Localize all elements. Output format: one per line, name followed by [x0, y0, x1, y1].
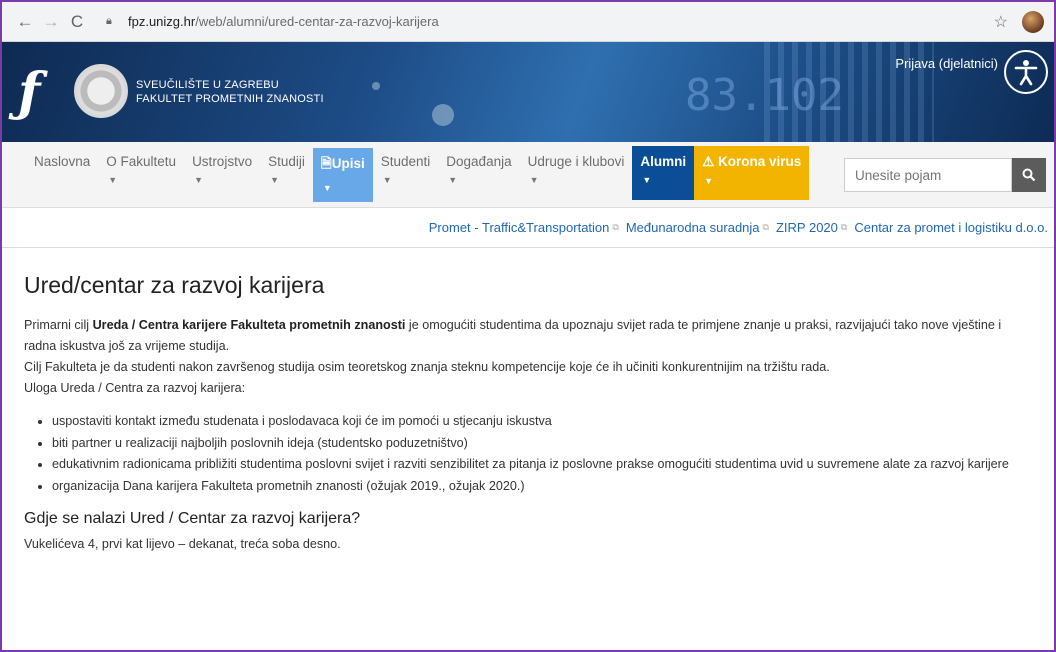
roles-heading: Uloga Ureda / Centra za razvoj karijera:	[24, 381, 246, 395]
nav-label: Naslovna	[34, 154, 91, 169]
site-header-banner: 83.102 ƒ SVEUČILIŠTE U ZAGREBU FAKULTET …	[2, 42, 1054, 142]
bookmark-star-icon[interactable]: ☆	[994, 12, 1008, 32]
nav-item-upisi[interactable]: 🗎︎Upisi ▼	[312, 148, 373, 202]
banner-decoration-number: 83.102	[685, 70, 844, 121]
url-path: /web/alumni/ured-centar-za-razvoj-karije…	[195, 14, 439, 29]
document-icon: 🗎︎	[320, 156, 332, 171]
caret-down-icon: ▼	[529, 175, 539, 185]
intro-bold: Ureda / Centra karijere Fakulteta promet…	[92, 318, 406, 332]
faculty-logo[interactable]: ƒ	[18, 60, 64, 126]
list-item: uspostaviti kontakt između studenata i p…	[52, 411, 1032, 432]
caret-down-icon: ▼	[194, 175, 203, 185]
nav-label: Ustrojstvo	[192, 154, 253, 169]
link-zirp-2020[interactable]: ZIRP 2020	[776, 220, 838, 235]
search-input[interactable]	[844, 158, 1012, 192]
nav-label: O Fakultetu	[106, 154, 177, 169]
university-name: SVEUČILIŠTE U ZAGREBU FAKULTET PROMETNIH…	[136, 78, 324, 106]
link-centar-za-promet[interactable]: Centar za promet i logistiku d.o.o.	[854, 220, 1048, 235]
caret-down-icon: ▼	[322, 183, 332, 193]
external-link-icon: ⧉	[762, 222, 769, 232]
goal-paragraph: Cilj Fakulteta je da studenti nakon zavr…	[24, 360, 830, 374]
location-heading: Gdje se nalazi Ured / Centar za razvoj k…	[24, 510, 361, 527]
profile-avatar[interactable]	[1022, 10, 1044, 33]
university-seal-logo	[74, 64, 128, 118]
search-button[interactable]	[1012, 158, 1046, 192]
reload-icon[interactable]: C	[64, 12, 90, 32]
main-navigation: Naslovna O Fakultetu ▼ Ustrojstvo ▼ Studij…	[2, 142, 1054, 208]
list-item: organizacija Dana karijera Fakulteta pro…	[52, 476, 1032, 497]
intro-prefix: Primarni cilj	[24, 318, 93, 332]
university-name-line1: SVEUČILIŠTE U ZAGREBU	[136, 79, 279, 91]
caret-down-icon: ▼	[642, 175, 652, 185]
browser-toolbar: ← → C 🔒︎ fpz.unizg.hr/web/alumni/ured-ce…	[2, 2, 1054, 42]
forward-icon[interactable]: →	[38, 12, 64, 32]
site-search	[844, 158, 1046, 192]
list-item: biti partner u realizaciji najboljih pos…	[52, 433, 1032, 454]
link-promet-traffic[interactable]: Promet - Traffic&Transportation	[429, 220, 610, 235]
url-host: fpz.unizg.hr	[128, 14, 196, 29]
lock-icon: 🔒︎	[106, 15, 112, 27]
faculty-name-line2: FAKULTET PROMETNIH ZNANOSTI	[136, 93, 324, 105]
caret-down-icon: ▼	[270, 175, 279, 185]
nav-item-o-fakultetu[interactable]: O Fakultetu ▼	[98, 142, 184, 208]
nav-label: Događanja	[446, 154, 512, 169]
caret-down-icon: ▼	[704, 176, 714, 186]
search-icon	[1022, 168, 1036, 182]
caret-down-icon: ▼	[382, 175, 392, 185]
nav-item-dogadanja[interactable]: Događanja ▼	[438, 142, 519, 208]
nav-item-udruge-i-klubovi[interactable]: Udruge i klubovi ▼	[520, 142, 633, 208]
nav-label: Alumni	[640, 154, 687, 169]
nav-label: Studiji	[268, 154, 305, 169]
intro-paragraph: Primarni cilj Ureda / Centra karijere Fa…	[24, 315, 1032, 357]
roles-list: uspostaviti kontakt između studenata i p…	[52, 411, 1032, 496]
banner-decoration-dot	[372, 82, 380, 90]
nav-item-studenti[interactable]: Studenti ▼	[373, 142, 439, 208]
nav-item-ustrojstvo[interactable]: Ustrojstvo ▼	[184, 142, 260, 208]
caret-down-icon: ▼	[448, 175, 458, 185]
location-text: Vukelićeva 4, prvi kat lijevo – dekanat,…	[24, 537, 341, 551]
nav-item-alumni[interactable]: Alumni ▼	[632, 146, 695, 200]
address-bar[interactable]: 🔒︎ fpz.unizg.hr/web/alumni/ured-centar-z…	[98, 8, 994, 36]
link-medunarodna-suradnja[interactable]: Međunarodna suradnja	[626, 220, 760, 235]
nav-item-korona-virus[interactable]: ⚠ Korona virus ▼	[694, 146, 810, 200]
external-link-icon: ⧉	[840, 222, 848, 232]
list-item: edukativnim radionicama približiti stude…	[52, 454, 1032, 475]
nav-item-studiji[interactable]: Studiji ▼	[260, 142, 313, 208]
back-icon[interactable]: ←	[12, 12, 38, 32]
staff-login-link[interactable]: Prijava (djelatnici)	[895, 56, 998, 71]
main-content: Ured/centar za razvoj karijera Primarni …	[2, 272, 1054, 555]
page-title: Ured/centar za razvoj karijera	[24, 272, 325, 298]
banner-decoration-dot	[432, 104, 454, 126]
nav-label: Upisi	[331, 156, 365, 171]
external-link-icon: ⧉	[612, 222, 619, 232]
secondary-links: Promet - Traffic&Transportation ⧉ Međunar…	[2, 208, 1054, 248]
nav-label: Udruge i klubovi	[527, 154, 625, 169]
nav-item-naslovna[interactable]: Naslovna	[26, 142, 98, 208]
nav-label: Studenti	[380, 154, 431, 169]
warning-icon: ⚠	[702, 154, 715, 169]
caret-down-icon: ▼	[108, 175, 118, 185]
accessibility-icon[interactable]	[1004, 50, 1048, 94]
page-frame: ← → C 🔒︎ fpz.unizg.hr/web/alumni/ured-ce…	[0, 0, 1056, 652]
nav-label: Korona virus	[718, 154, 802, 169]
